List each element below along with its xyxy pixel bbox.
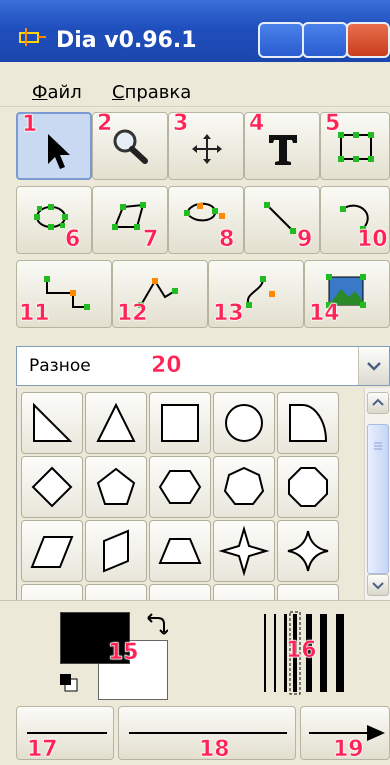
shape-diamond[interactable] <box>21 456 83 518</box>
tool-number-9: 9 <box>297 227 313 253</box>
tool-number-12: 12 <box>117 301 148 327</box>
default-colors-icon[interactable] <box>58 672 80 694</box>
sheet-number-label: 20 <box>151 353 182 379</box>
tool-number-13: 13 <box>213 301 244 327</box>
scroll-tool-button[interactable]: 3 <box>168 111 244 180</box>
hexagon-icon <box>158 470 202 504</box>
tool-number-7: 7 <box>143 227 159 253</box>
magnify-tool-button[interactable]: 2 <box>92 111 168 180</box>
tool-number-10: 10 <box>357 227 388 253</box>
triangle-icon <box>96 402 136 442</box>
tool-number-11: 11 <box>19 301 50 327</box>
shape-triangle[interactable] <box>85 392 147 454</box>
tool-number-3: 3 <box>173 111 189 137</box>
shape-circle[interactable] <box>213 392 275 454</box>
start-arrow-button[interactable]: 17 <box>16 706 114 763</box>
bezier-line-tool-button[interactable]: 13 <box>208 260 304 328</box>
shape-curved-star[interactable] <box>277 520 339 582</box>
close-button[interactable] <box>346 22 390 58</box>
vertical-parallelogram-icon <box>103 529 129 573</box>
right-triangle-icon <box>33 402 73 442</box>
scroll-down-button[interactable] <box>367 574 389 596</box>
shape-row4-1[interactable] <box>21 584 83 600</box>
ellipse-icon <box>34 204 68 230</box>
arc-tool-button[interactable]: 10 <box>320 186 390 254</box>
heptagon-icon <box>223 466 265 505</box>
shape-trapezoid[interactable] <box>149 520 211 582</box>
box-tool-button[interactable]: 5 <box>320 111 390 180</box>
shapes-scrollbar[interactable] <box>364 388 390 600</box>
shape-row4-4[interactable] <box>213 584 275 600</box>
shape-square[interactable] <box>149 392 211 454</box>
shape-quarter-circle[interactable] <box>277 392 339 454</box>
title-bar: Dia v0.96.1 <box>0 0 390 62</box>
shape-hexagon[interactable] <box>149 456 211 518</box>
maximize-button[interactable] <box>302 22 348 58</box>
tool-number-4: 4 <box>249 111 265 137</box>
sheet-selected-value: Разное <box>29 356 91 376</box>
circle-icon <box>225 404 263 442</box>
ellipse-tool-button[interactable]: 6 <box>16 186 92 254</box>
linewidth-number-label: 16 <box>286 638 317 664</box>
polygon-tool-button[interactable]: 7 <box>92 186 168 254</box>
menu-file[interactable]: Файл <box>32 82 82 103</box>
shape-pentagon[interactable] <box>85 456 147 518</box>
chevron-down-icon <box>372 582 384 590</box>
modify-tool-button[interactable]: 1 <box>16 112 92 180</box>
minimize-button[interactable] <box>258 22 304 58</box>
menu-bar: Файл Справка <box>0 62 390 107</box>
shape-row4-5[interactable] <box>277 584 339 600</box>
tool-number-14: 14 <box>309 301 340 327</box>
tool-number-6: 6 <box>65 227 81 253</box>
shape-parallelogram[interactable] <box>21 520 83 582</box>
shape-star-4[interactable] <box>213 520 275 582</box>
octagon-icon <box>288 467 328 507</box>
colors-number-label: 15 <box>108 640 139 666</box>
shape-heptagon[interactable] <box>213 456 275 518</box>
parallelogram-icon <box>30 536 74 568</box>
tool-number-5: 5 <box>325 111 341 137</box>
polyline-tool-button[interactable]: 12 <box>112 260 208 328</box>
pentagon-icon <box>96 467 136 505</box>
shape-right-triangle[interactable] <box>21 392 83 454</box>
image-tool-button[interactable]: 14 <box>304 260 390 328</box>
line-width-selector[interactable]: 16 <box>256 610 356 696</box>
line-tool-button[interactable]: 9 <box>244 186 320 254</box>
shape-vertical-parallelogram[interactable] <box>85 520 147 582</box>
scroll-up-button[interactable] <box>367 392 389 414</box>
grip-lines-icon <box>374 442 382 450</box>
text-tool-button[interactable]: 4 <box>244 111 320 180</box>
shape-row4-3[interactable] <box>149 584 211 600</box>
trapezoid-icon <box>158 538 202 564</box>
line-number-17: 17 <box>27 737 58 763</box>
chevron-down-icon <box>367 362 381 371</box>
swap-colors-icon[interactable] <box>144 610 168 640</box>
diamond-icon <box>31 466 73 508</box>
square-icon <box>161 404 199 442</box>
line-style-button[interactable]: 18 <box>118 706 296 763</box>
tool-number-1: 1 <box>22 112 38 138</box>
dia-app-icon <box>19 28 46 46</box>
tool-number-8: 8 <box>219 227 235 253</box>
menu-help[interactable]: Справка <box>112 82 191 103</box>
shape-octagon[interactable] <box>277 456 339 518</box>
sheet-selector[interactable]: Разное 20 <box>16 346 390 386</box>
color-selector[interactable]: 15 <box>56 610 186 700</box>
sheet-dropdown-button[interactable] <box>358 347 389 385</box>
four-point-star-icon <box>218 525 270 577</box>
curved-star-icon <box>287 530 329 572</box>
shape-row4-2[interactable] <box>85 584 147 600</box>
shapes-palette <box>16 388 365 600</box>
end-arrow-button[interactable]: 19 <box>300 706 390 763</box>
tool-number-2: 2 <box>97 111 113 137</box>
chevron-up-icon <box>372 398 384 406</box>
scroll-thumb[interactable] <box>367 424 389 574</box>
zigzag-line-tool-button[interactable]: 11 <box>16 260 112 328</box>
line-number-18: 18 <box>199 737 230 763</box>
line-number-19: 19 <box>333 737 364 763</box>
bezier-polygon-tool-button[interactable]: 8 <box>168 186 244 254</box>
quarter-circle-icon <box>289 404 328 442</box>
window-title: Dia v0.96.1 <box>56 28 197 53</box>
